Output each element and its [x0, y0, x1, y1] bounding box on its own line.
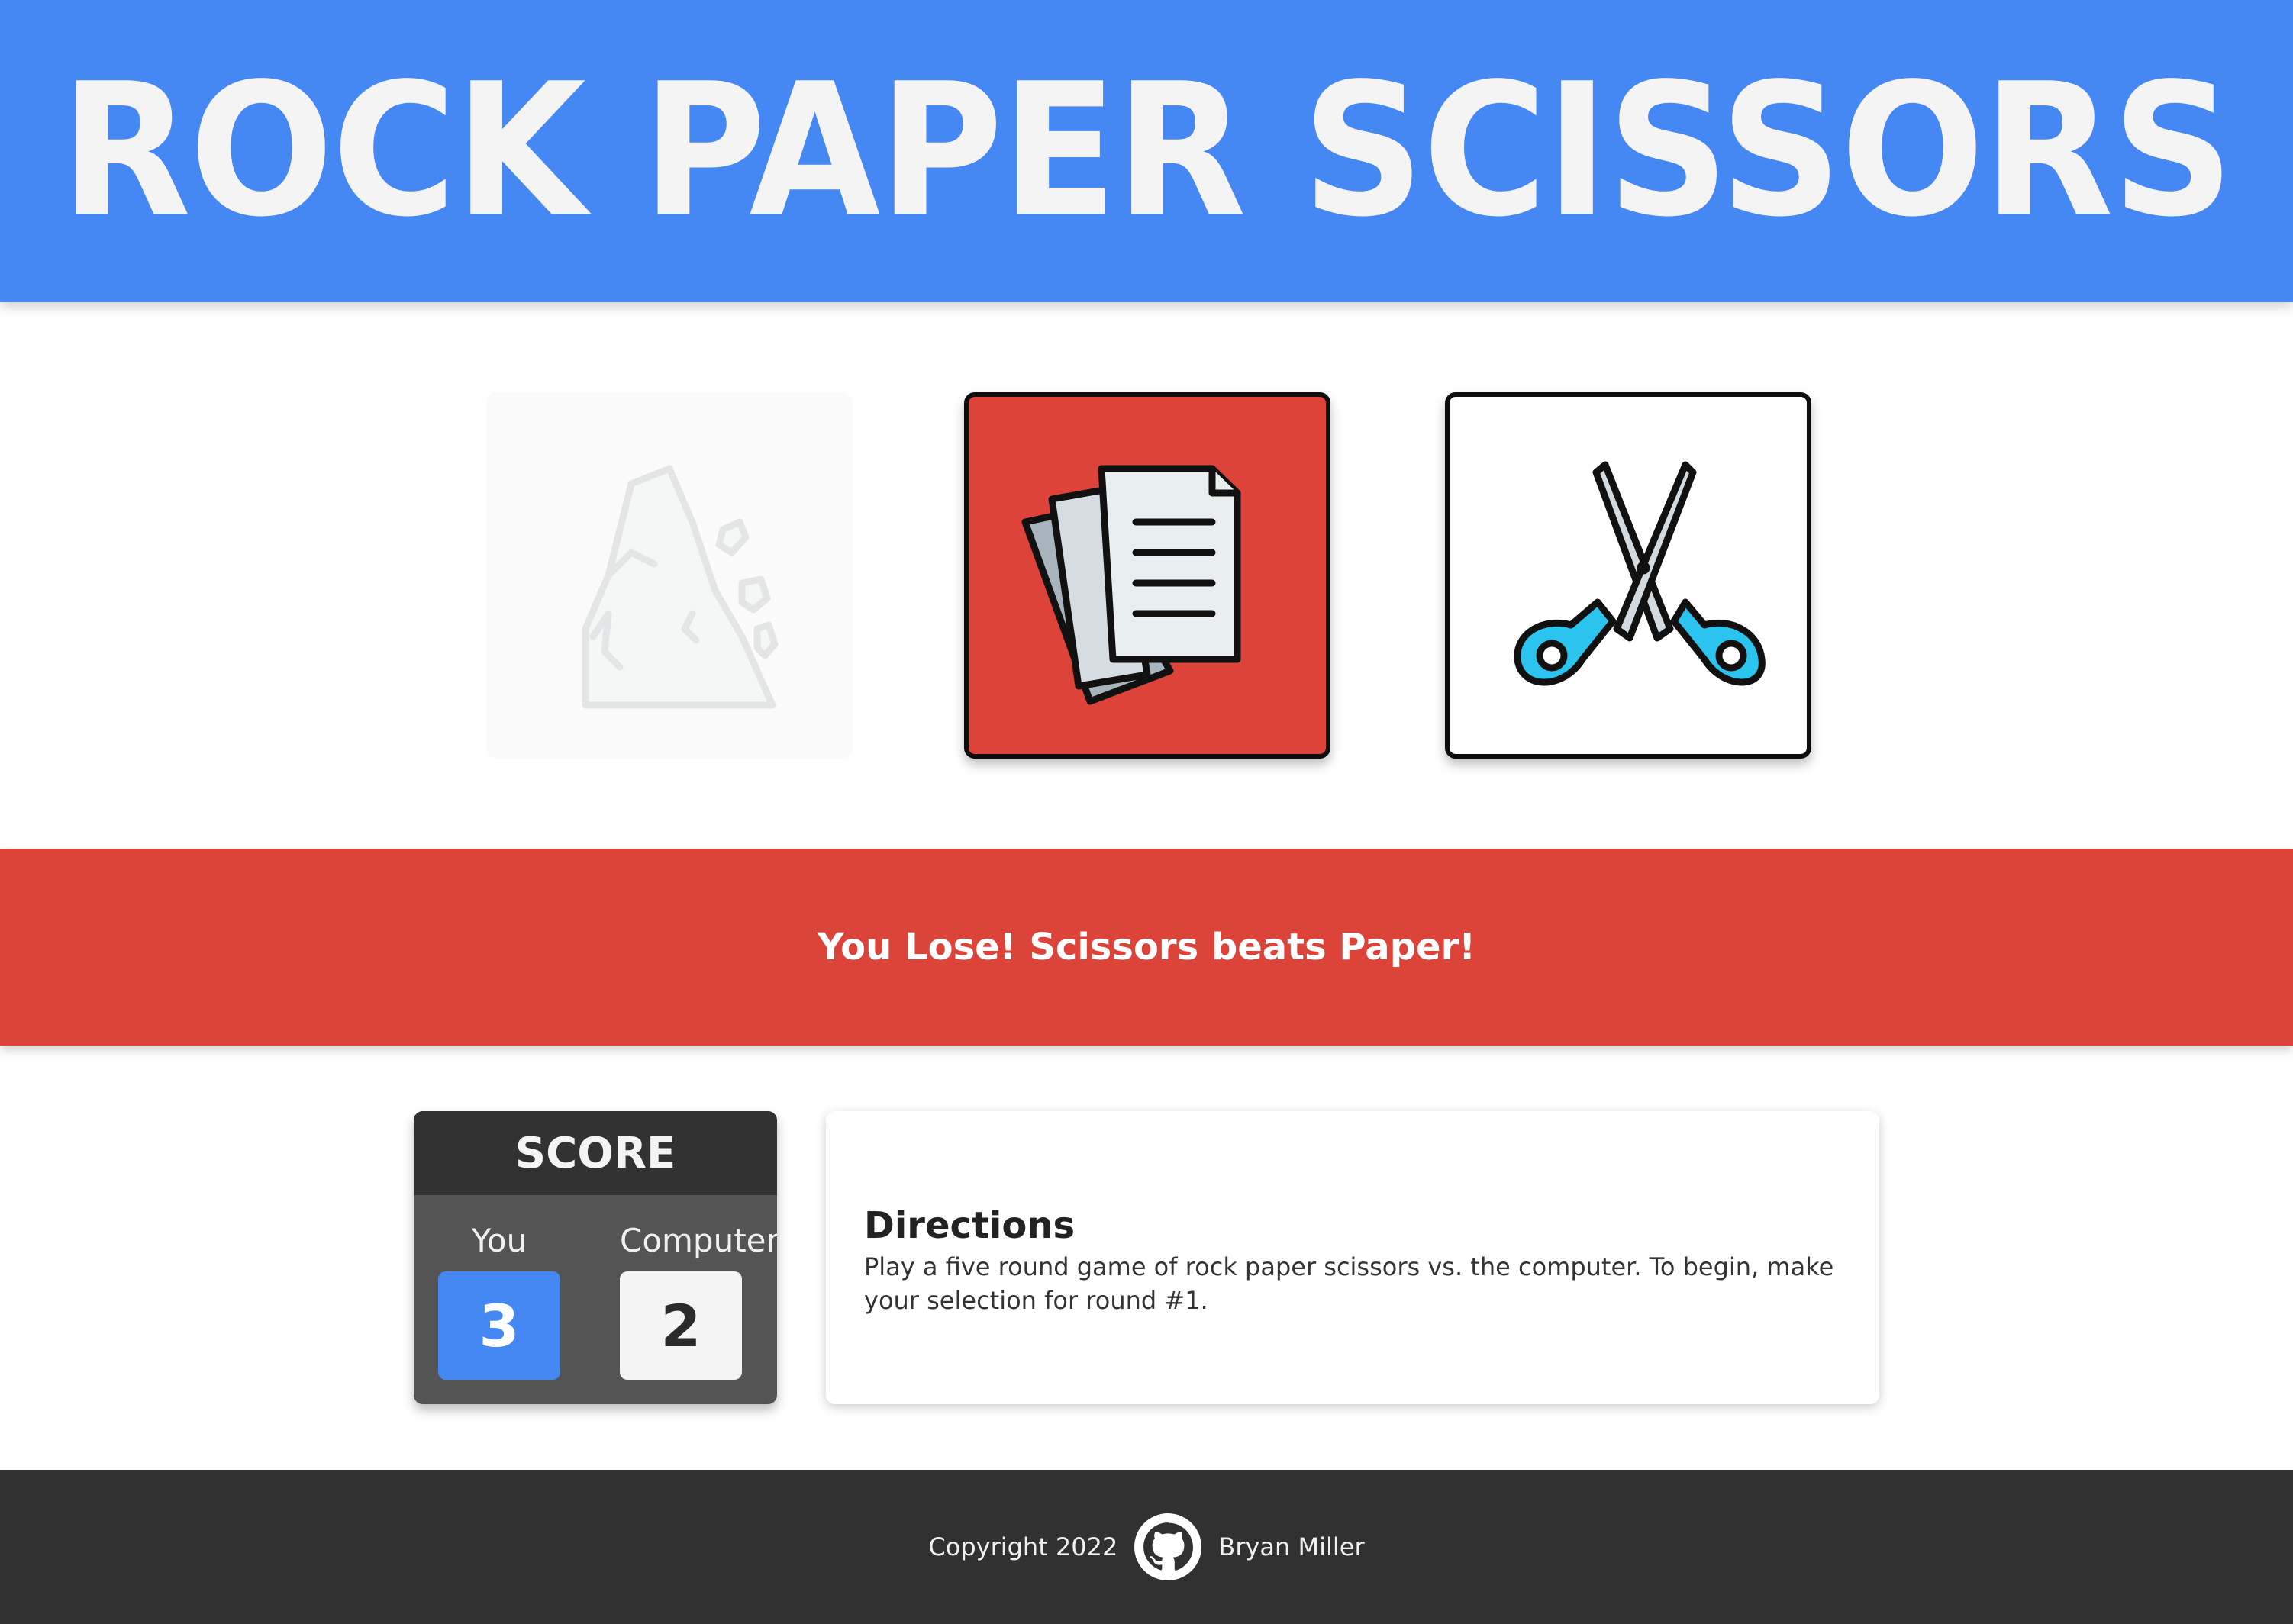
header: ROCK PAPER SCISSORS [0, 0, 2293, 302]
computer-score-label: Computer [620, 1222, 777, 1259]
player-score-value: 3 [438, 1271, 560, 1380]
footer: Copyright 2022 Bryan Miller [0, 1470, 2293, 1624]
score-title: SCORE [514, 1128, 676, 1178]
page-title: ROCK PAPER SCISSORS [60, 44, 2233, 258]
rock-button[interactable] [486, 392, 853, 759]
score-header: SCORE [414, 1111, 777, 1195]
author-name[interactable]: Bryan Miller [1218, 1532, 1364, 1561]
score-card: SCORE You 3 Computer 2 [414, 1111, 777, 1404]
directions-text: Play a five round game of rock paper sci… [864, 1252, 1834, 1315]
scissors-icon [1514, 461, 1766, 686]
player-score-column: You 3 [438, 1218, 560, 1380]
directions-card: Directions Play a five round game of roc… [826, 1111, 1879, 1404]
github-icon[interactable] [1134, 1513, 1202, 1580]
scissors-button[interactable] [1445, 392, 1811, 759]
computer-score-column: Computer 2 [620, 1218, 777, 1380]
rock-icon [582, 465, 779, 709]
copyright-text: Copyright 2022 [928, 1532, 1118, 1561]
player-score-label: You [471, 1222, 527, 1259]
result-banner: You Lose! Scissors beats Paper! [0, 849, 2293, 1046]
choices-row [0, 392, 2293, 759]
paper-icon [1021, 465, 1241, 705]
directions-title: Directions [864, 1204, 1076, 1247]
result-message: You Lose! Scissors beats Paper! [817, 926, 1476, 968]
computer-score-value: 2 [620, 1271, 742, 1380]
paper-button[interactable] [964, 392, 1330, 759]
